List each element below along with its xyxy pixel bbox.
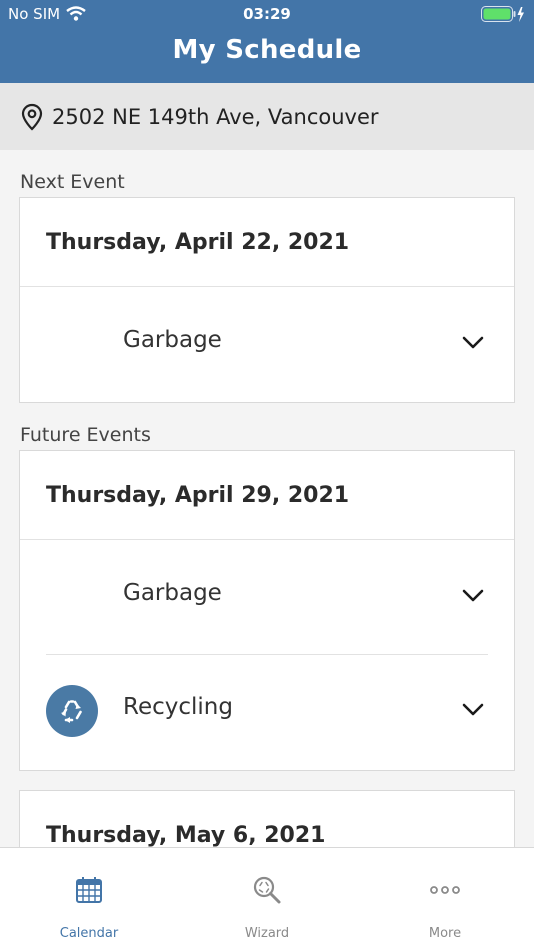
chevron-down-icon[interactable] [462,589,484,603]
tab-wizard[interactable]: Wizard [178,848,356,950]
tab-calendar[interactable]: Calendar [0,848,178,950]
tab-label: More [428,926,462,941]
tab-bar: Calendar Wizard More [0,847,534,950]
event-date: Thursday, April 29, 2021 [20,451,514,540]
next-event-label: Next Event [20,171,125,193]
page-title: My Schedule [172,35,362,65]
calendar-icon [76,877,102,903]
chevron-down-icon[interactable] [462,703,484,717]
tab-label: Calendar [59,926,119,941]
recycle-icon [61,700,82,723]
divider [46,654,488,655]
next-event-card: Thursday, April 22, 2021 Garbage [19,197,515,403]
location-pin-icon [21,103,43,131]
event-date: Thursday, April 22, 2021 [20,198,514,287]
event-item-garbage[interactable]: Garbage [20,540,514,654]
more-dots-icon [430,886,460,894]
event-label: Garbage [123,327,222,353]
status-bar: No SIM 03:29 [0,0,534,28]
event-item-garbage[interactable]: Garbage [20,287,514,401]
battery-icon [481,6,524,22]
tab-more[interactable]: More [356,848,534,950]
wizard-search-icon [253,876,281,904]
app-header: No SIM 03:29 My Schedule [0,0,534,83]
event-label: Recycling [123,694,233,720]
event-label: Garbage [123,580,222,606]
address-bar[interactable]: 2502 NE 149th Ave, Vancouver [0,83,534,150]
event-item-recycling[interactable]: Recycling [20,654,514,768]
address-text: 2502 NE 149th Ave, Vancouver [52,104,379,129]
chevron-down-icon[interactable] [462,336,484,350]
future-event-card: Thursday, April 29, 2021 Garbage Recycli… [19,450,515,771]
clock: 03:29 [243,5,291,23]
future-events-label: Future Events [20,424,151,446]
tab-label: Wizard [244,926,290,941]
recycling-badge [46,685,98,737]
